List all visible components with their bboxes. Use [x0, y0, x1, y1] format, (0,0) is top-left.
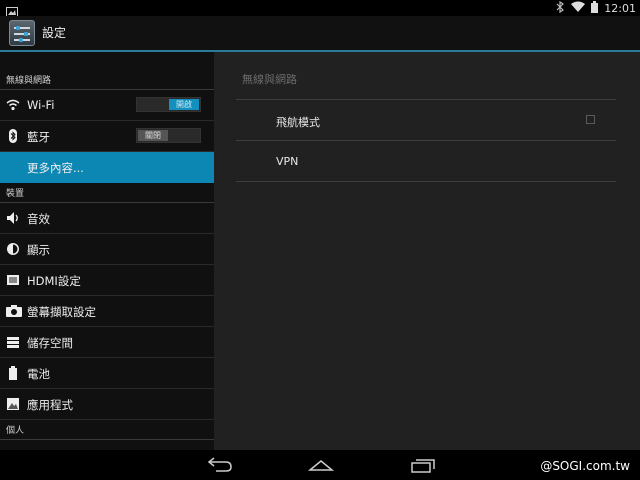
action-bar: 設定 [0, 16, 640, 52]
sidebar-item-label: 儲存空間 [27, 336, 73, 350]
wifi-toggle-state: 開啟 [169, 99, 199, 110]
sidebar-item-bluetooth[interactable]: 藍牙 關閉 [0, 121, 214, 152]
sidebar-item-battery[interactable]: 電池 [0, 358, 214, 389]
sidebar-item-label: 藍牙 [27, 130, 50, 144]
sidebar-item-screenshot[interactable]: 螢幕擷取設定 [0, 296, 214, 327]
sidebar-item-label: HDMI設定 [27, 274, 81, 288]
bluetooth-icon [6, 129, 20, 143]
sidebar-item-sound[interactable]: 音效 [0, 203, 214, 234]
sidebar-item-wifi[interactable]: Wi-Fi 開啟 [0, 90, 214, 121]
hdmi-icon [6, 273, 20, 287]
sidebar-item-label: 顯示 [27, 243, 50, 257]
sidebar-item-label: Wi-Fi [27, 98, 55, 112]
wifi-toggle[interactable]: 開啟 [136, 97, 201, 112]
page-title: 設定 [42, 26, 67, 40]
section-header-device: 裝置 [0, 183, 214, 203]
sidebar-item-display[interactable]: 顯示 [0, 234, 214, 265]
back-button[interactable] [204, 456, 234, 474]
sidebar-item-label: 螢幕擷取設定 [27, 305, 96, 319]
sidebar-item-storage[interactable]: 儲存空間 [0, 327, 214, 358]
sidebar-item-label: 應用程式 [27, 398, 73, 412]
sidebar-item-apps[interactable]: 應用程式 [0, 389, 214, 420]
bluetooth-toggle[interactable]: 關閉 [136, 128, 201, 143]
settings-sidebar: 無線與網路 Wi-Fi 開啟 藍牙 關閉 更多內容... 裝置 音效 顯示 HD… [0, 52, 214, 450]
status-bar: 12:01 [0, 0, 640, 17]
airplane-mode-checkbox[interactable] [586, 115, 595, 124]
brightness-icon [6, 242, 20, 256]
divider [236, 99, 616, 100]
watermark: @SOGI.com.tw [540, 459, 630, 473]
navigation-bar: @SOGI.com.tw [0, 450, 640, 480]
divider [236, 181, 616, 182]
section-header-wireless: 無線與網路 [0, 70, 214, 90]
sidebar-item-hdmi[interactable]: HDMI設定 [0, 265, 214, 296]
section-header-personal: 個人 [0, 420, 214, 440]
bluetooth-off-icon [555, 0, 565, 16]
sidebar-item-label: 更多內容... [27, 161, 84, 175]
recent-apps-button[interactable] [408, 456, 438, 474]
clock: 12:01 [604, 1, 636, 15]
sidebar-item-label: 音效 [27, 212, 50, 226]
detail-pane: 無線與網路 飛航模式 VPN [214, 52, 640, 450]
screenshot-notification-icon [6, 2, 18, 17]
sidebar-item-more[interactable]: 更多內容... [0, 152, 214, 183]
wifi-icon [6, 98, 20, 112]
home-button[interactable] [306, 456, 336, 474]
sidebar-item-label: 電池 [27, 367, 50, 381]
divider [236, 140, 616, 141]
speaker-icon [6, 211, 20, 225]
bluetooth-toggle-state: 關閉 [138, 130, 168, 141]
battery-icon [6, 366, 20, 380]
settings-app-icon[interactable] [9, 20, 35, 46]
detail-section-header: 無線與網路 [242, 73, 297, 86]
battery-status-icon [591, 0, 599, 16]
wifi-signal-icon [571, 1, 586, 16]
apps-icon [6, 397, 20, 411]
vpn-item[interactable]: VPN [276, 155, 298, 168]
camera-icon [6, 304, 22, 318]
storage-icon [6, 335, 20, 349]
airplane-mode-label[interactable]: 飛航模式 [276, 114, 320, 130]
